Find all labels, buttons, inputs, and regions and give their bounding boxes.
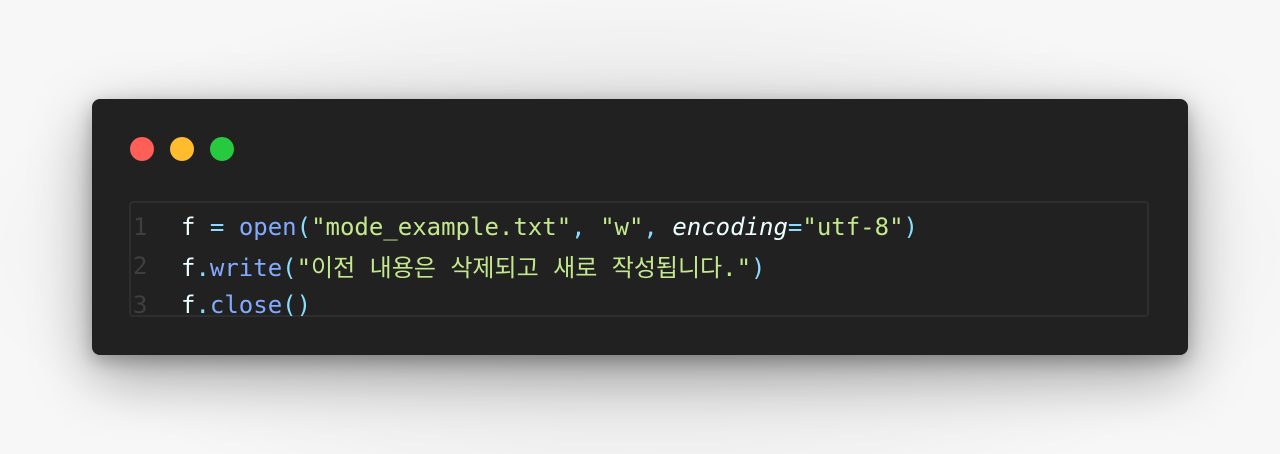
token-op: , xyxy=(571,212,601,241)
token-str: "utf-8" xyxy=(802,212,904,241)
token-op: ( xyxy=(282,254,297,282)
token-op: . xyxy=(195,254,210,282)
background: 1 f = open("mode_example.txt", "w", enco… xyxy=(0,0,1280,454)
token-str: "이전 내용은 삭제되고 새로 작성됩니다." xyxy=(296,254,752,282)
close-button[interactable] xyxy=(130,137,154,161)
code-text: f.close() xyxy=(181,291,311,319)
token-str: "mode_example.txt" xyxy=(311,212,572,241)
token-ident: f xyxy=(181,290,196,319)
token-func: close xyxy=(209,290,283,319)
token-param: encoding xyxy=(672,212,788,241)
line-number: 2 xyxy=(133,251,148,280)
token-func: write xyxy=(209,254,283,282)
token-str: "w" xyxy=(600,212,644,241)
token-op: ( xyxy=(296,212,312,241)
token-op: () xyxy=(282,290,312,319)
token-ident: f xyxy=(181,254,196,282)
token-ident: f xyxy=(181,212,196,241)
minimize-button[interactable] xyxy=(170,137,194,161)
code-line: 2 f.write("이전 내용은 삭제되고 새로 작성됩니다.") xyxy=(131,246,1147,285)
token-op: = xyxy=(787,212,803,241)
token-ident xyxy=(224,213,238,241)
maximize-button[interactable] xyxy=(210,137,234,161)
code-text: f = open("mode_example.txt", "w", encodi… xyxy=(181,213,918,241)
window-controls xyxy=(130,137,234,161)
line-number: 1 xyxy=(133,212,148,241)
token-op: ) xyxy=(903,212,918,241)
token-op: ) xyxy=(751,254,766,282)
code-text: f.write("이전 내용은 삭제되고 새로 작성됩니다.") xyxy=(181,248,766,283)
code-editor[interactable]: 1 f = open("mode_example.txt", "w", enco… xyxy=(129,201,1149,319)
token-func: open xyxy=(238,212,297,241)
code-line: 3 f.close() xyxy=(131,285,1147,324)
code-window: 1 f = open("mode_example.txt", "w", enco… xyxy=(92,99,1188,355)
token-op: = xyxy=(209,212,225,241)
line-number: 3 xyxy=(133,290,148,319)
token-op: . xyxy=(195,290,210,319)
code-line: 1 f = open("mode_example.txt", "w", enco… xyxy=(131,207,1147,246)
token-op: , xyxy=(643,212,673,241)
token-ident xyxy=(195,213,209,241)
